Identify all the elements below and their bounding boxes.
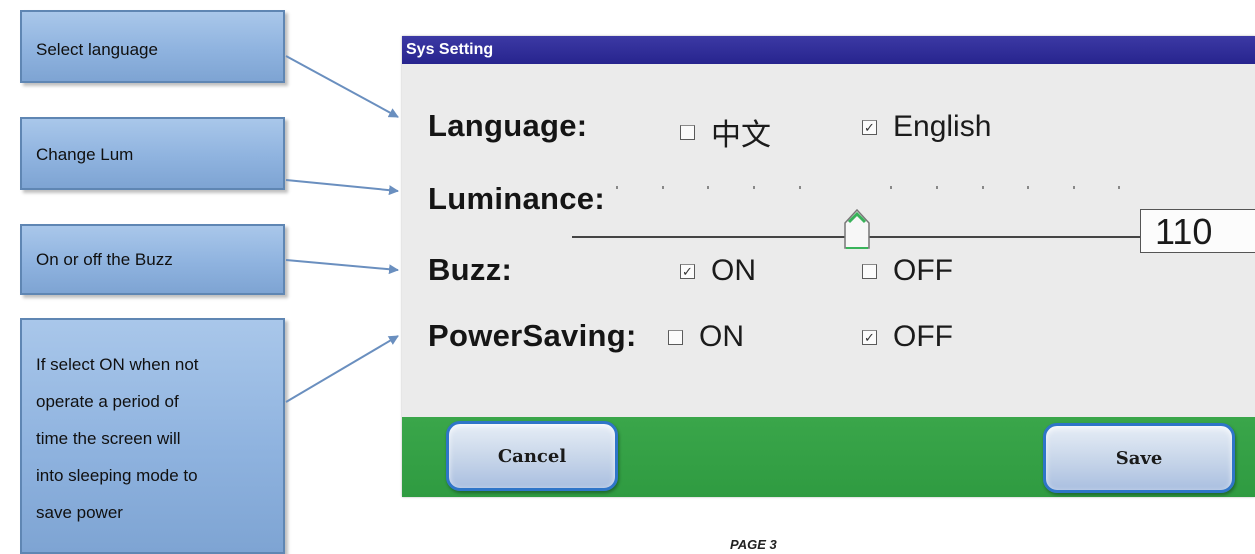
arrow-luminance bbox=[285, 179, 399, 196]
slider-tick bbox=[616, 186, 618, 189]
checkbox-power-saving-on[interactable] bbox=[668, 329, 683, 345]
luminance-label: Luminance: bbox=[428, 181, 605, 216]
buzz-label: Buzz: bbox=[428, 252, 513, 287]
slider-tick bbox=[1027, 186, 1029, 189]
slider-tick bbox=[1073, 186, 1075, 189]
power-saving-off-label: OFF bbox=[893, 320, 953, 353]
checkbox-buzz-off[interactable] bbox=[862, 263, 877, 279]
slider-tick bbox=[707, 186, 709, 189]
arrow-language bbox=[285, 55, 399, 118]
luminance-value-field[interactable]: 110 bbox=[1140, 209, 1255, 253]
slider-tick bbox=[662, 186, 664, 189]
window-title: Sys Setting bbox=[402, 36, 1255, 64]
sys-setting-window: Sys Setting Language: 中文 ✓ English Lumin… bbox=[402, 36, 1255, 497]
power-saving-on-option[interactable]: ON bbox=[668, 320, 744, 354]
language-option-chinese-label: 中文 bbox=[711, 119, 771, 152]
checkbox-chinese[interactable] bbox=[680, 124, 695, 140]
slider-tick bbox=[799, 186, 801, 189]
slider-tick bbox=[936, 186, 938, 189]
language-option-english[interactable]: ✓ English bbox=[862, 110, 991, 144]
slider-tick bbox=[982, 186, 984, 189]
language-label: Language: bbox=[428, 108, 588, 143]
power-saving-label: PowerSaving: bbox=[428, 318, 637, 353]
checkbox-english[interactable]: ✓ bbox=[862, 119, 877, 135]
save-button[interactable]: Save bbox=[1043, 423, 1235, 493]
checkbox-power-saving-off[interactable]: ✓ bbox=[862, 329, 877, 345]
buzz-on-option[interactable]: ✓ ON bbox=[680, 254, 756, 288]
cancel-button[interactable]: Cancel bbox=[446, 421, 618, 491]
checkbox-buzz-on[interactable]: ✓ bbox=[680, 263, 695, 279]
buzz-off-label: OFF bbox=[893, 254, 953, 287]
luminance-slider-thumb[interactable] bbox=[843, 207, 871, 250]
power-saving-off-option[interactable]: ✓ OFF bbox=[862, 320, 953, 354]
slider-tick bbox=[1118, 186, 1120, 189]
language-option-chinese[interactable]: 中文 bbox=[680, 110, 771, 154]
language-option-english-label: English bbox=[893, 110, 992, 143]
buzz-on-label: ON bbox=[711, 254, 756, 287]
arrow-power-saving bbox=[285, 335, 399, 403]
arrow-buzz bbox=[285, 259, 399, 275]
power-saving-on-label: ON bbox=[699, 320, 744, 353]
slider-tick bbox=[753, 186, 755, 189]
slider-tick bbox=[890, 186, 892, 189]
buzz-off-option[interactable]: OFF bbox=[862, 254, 953, 288]
